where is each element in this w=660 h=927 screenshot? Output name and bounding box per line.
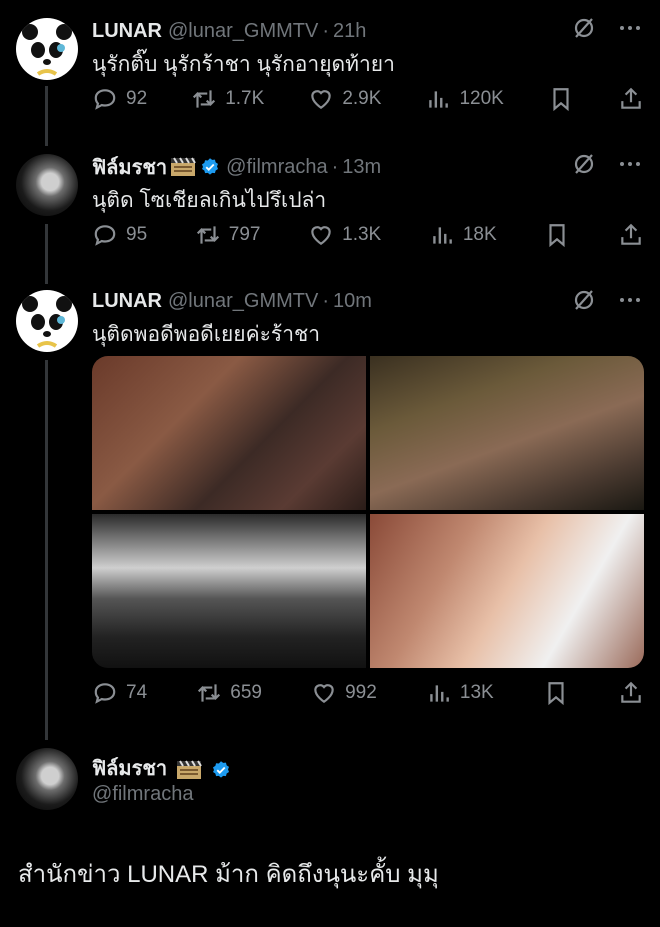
like-button[interactable]: 2.9K [308,86,381,112]
bookmark-button[interactable] [548,86,574,112]
tweet-top-icons [572,16,642,45]
grok-slash-icon[interactable] [572,16,596,45]
share-button[interactable] [618,680,644,706]
username[interactable]: @filmracha [226,156,327,179]
reply-count: 95 [126,224,148,245]
tweet-text: นุรักติ๊บ นุรักร้าชา นุรักอายุดท้ายา [92,53,395,76]
like-count: 992 [345,682,377,703]
display-name[interactable]: LUNAR [92,290,162,313]
tweet[interactable]: LUNAR @lunar_GMMTV · 21h นุรักติ๊บ นุรัก… [0,14,660,124]
bookmark-button[interactable] [544,222,570,248]
share-icon [621,681,641,703]
separator: · [322,19,330,42]
verified-badge-icon [202,158,219,175]
share-icon [621,223,641,245]
reply-button[interactable]: 95 [92,222,147,248]
grok-slash-icon[interactable] [572,288,596,317]
retweet-icon [196,226,219,244]
views-chart-icon [429,91,449,108]
retweet-icon [198,684,221,702]
reply-count: 74 [126,682,148,703]
like-button[interactable]: 1.3K [308,222,381,248]
main-tweet-text: สำนักข่าว LUNAR ม้าก คิดถึงนุนะคั้บ มุมุ [18,861,439,888]
avatar[interactable] [16,154,78,216]
share-button[interactable] [618,222,644,248]
username[interactable]: @lunar_GMMTV [168,290,318,313]
bookmark-icon [549,224,565,248]
like-count: 1.3K [342,224,382,245]
bookmark-icon [553,88,569,112]
retweet-count: 1.7K [225,88,265,109]
separator: · [331,155,339,178]
media-photo[interactable] [92,356,366,510]
reply-icon [94,225,116,246]
retweet-count: 659 [230,682,262,703]
username[interactable]: @filmracha [92,783,193,806]
views-button[interactable]: 13K [426,680,494,706]
views-chart-icon [433,227,452,244]
grok-slash-icon[interactable] [572,152,596,181]
bookmark-icon [548,682,564,706]
retweet-icon [193,90,216,108]
reply-icon [94,89,116,110]
heart-icon [314,684,334,703]
tweet-top-icons [572,288,642,317]
reply-count: 92 [126,88,148,109]
views-button[interactable]: 120K [425,86,504,112]
tweet-text: นุติดพอดีพอดีเยยค่ะร้าชา [92,323,321,346]
clapperboard-emoji [176,760,202,780]
views-chart-icon [430,685,449,702]
timestamp[interactable]: 13m [342,156,381,179]
media-photo[interactable] [370,514,644,668]
like-button[interactable]: 992 [311,680,377,706]
timestamp[interactable]: 21h [333,20,366,43]
tweet-actions: 74 659 992 13K [92,678,644,708]
reply-button[interactable]: 92 [92,86,147,112]
media-photo[interactable] [92,514,366,668]
separator: · [322,289,330,312]
more-horizontal-icon[interactable] [618,152,642,181]
retweet-button[interactable]: 1.7K [191,86,264,112]
tweet-top-icons [572,152,642,181]
display-name[interactable]: ฟิล์มรชา [92,151,167,183]
retweet-button[interactable]: 659 [196,680,262,706]
share-button[interactable] [618,86,644,112]
media-grid [92,356,644,668]
views-count: 120K [459,88,504,109]
display-name[interactable]: LUNAR [92,20,162,43]
retweet-button[interactable]: 797 [195,222,261,248]
avatar[interactable] [16,290,78,352]
timestamp[interactable]: 10m [333,290,372,313]
heart-icon [311,226,331,245]
tweet[interactable]: ฟิล์มรชา @filmracha · 13m นุติด โซเชียลเ… [0,150,660,260]
tweet-actions: 95 797 1.3K 18K [92,220,644,250]
retweet-count: 797 [228,224,261,245]
avatar[interactable] [16,18,78,80]
bookmark-button[interactable] [543,680,569,706]
views-count: 18K [462,224,497,245]
clapperboard-emoji [170,157,197,177]
tweet-actions: 92 1.7K 2.9K 120K [92,84,644,114]
like-count: 2.9K [342,88,382,109]
display-name[interactable]: ฟิล์มรชา [92,758,167,780]
heart-icon [311,90,332,109]
reply-button[interactable]: 74 [92,680,147,706]
reply-icon [94,683,116,704]
avatar[interactable] [16,748,78,810]
verified-badge-icon [213,760,230,778]
username[interactable]: @lunar_GMMTV [168,20,318,43]
share-icon [621,87,641,109]
tweet-text: นุติด โซเชียลเกินไปรึเปล่า [92,189,327,212]
media-photo[interactable] [370,356,644,510]
views-count: 13K [459,682,494,703]
more-horizontal-icon[interactable] [618,288,642,317]
views-button[interactable]: 18K [429,222,497,248]
more-horizontal-icon[interactable] [618,16,642,45]
main-tweet-author: ฟิล์มรชา [92,752,231,784]
